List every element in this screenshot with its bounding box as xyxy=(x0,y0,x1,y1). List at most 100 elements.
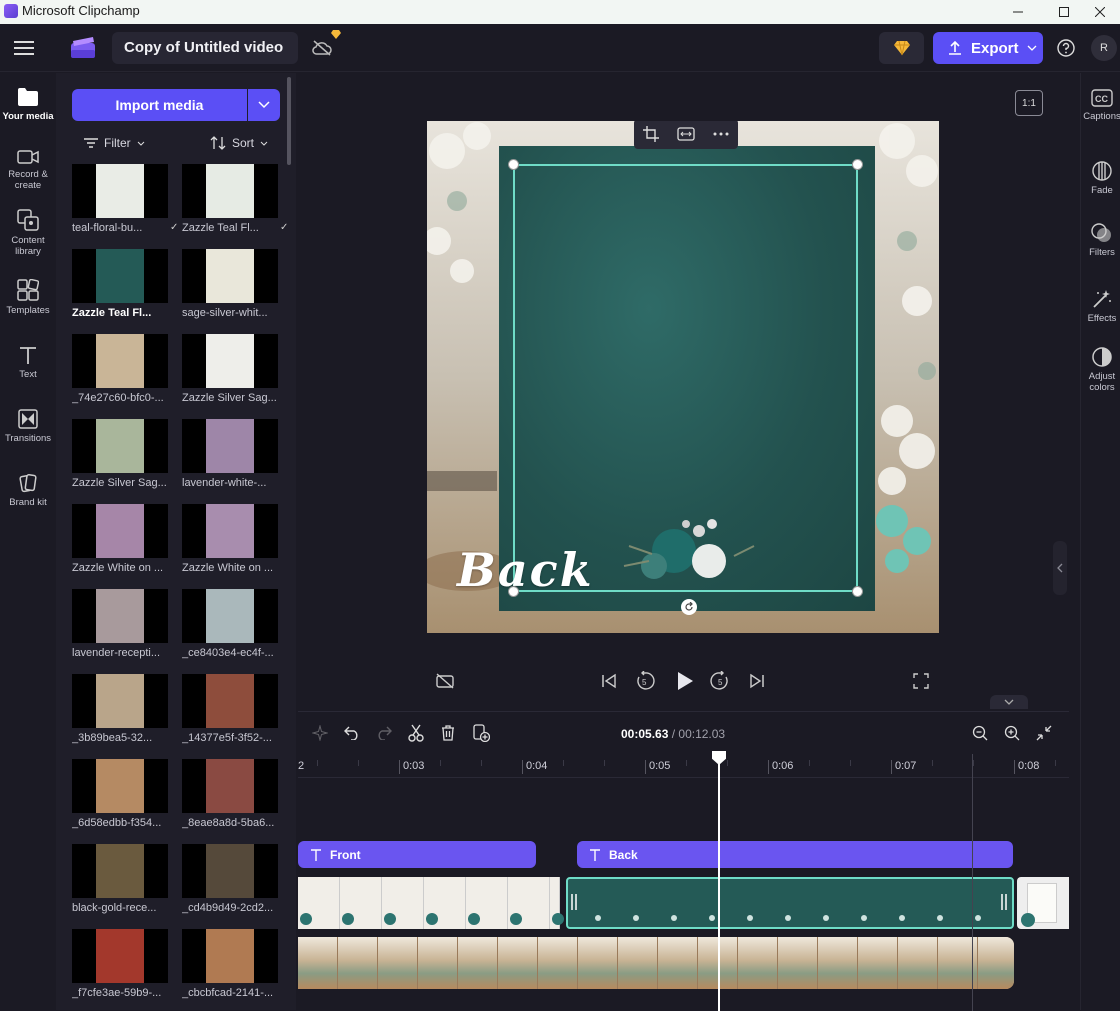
total-time: 00:12.03 xyxy=(678,727,726,741)
resize-handle-top-right[interactable] xyxy=(852,159,863,170)
rail-item-captions[interactable]: CC Captions xyxy=(1081,89,1120,122)
rail-item-effects[interactable]: Effects xyxy=(1081,289,1120,324)
text-clip-front[interactable]: Front xyxy=(298,841,536,868)
cloud-sync-off-icon[interactable] xyxy=(310,38,334,58)
text-clip-back[interactable]: Back xyxy=(577,841,1013,868)
time-ruler[interactable]: 2 0:03 0:04 0:05 0:06 0:07 0:08 xyxy=(298,754,1069,778)
media-thumbnail[interactable] xyxy=(182,504,278,558)
media-thumbnail[interactable] xyxy=(72,504,168,558)
hamburger-menu-icon[interactable] xyxy=(10,36,38,60)
selection-box[interactable] xyxy=(513,164,858,592)
expand-properties-panel-handle[interactable] xyxy=(1053,541,1067,595)
media-item-name: _f7cfe3ae-59b9-... xyxy=(72,987,162,999)
thumbnail-image xyxy=(96,929,144,983)
ruler-label: 2 xyxy=(298,760,305,772)
rail-item-text[interactable]: Text xyxy=(0,345,56,380)
media-thumbnail[interactable] xyxy=(72,674,168,728)
flower-dot xyxy=(785,915,791,921)
media-thumbnail[interactable] xyxy=(72,929,168,983)
background-photo-clip[interactable] xyxy=(298,937,1014,989)
media-thumbnail[interactable] xyxy=(72,589,168,643)
ruler-subtick xyxy=(809,760,810,766)
rail-item-filters[interactable]: Filters xyxy=(1081,223,1120,258)
ruler-subtick xyxy=(563,760,564,766)
avatar[interactable]: R xyxy=(1091,35,1117,61)
fit-icon[interactable] xyxy=(677,127,695,141)
left-nav-rail: Your media Record & create Content libra… xyxy=(0,73,56,1010)
undo-icon[interactable] xyxy=(342,723,362,743)
rail-item-content-library[interactable]: Content library xyxy=(0,209,56,257)
playhead[interactable] xyxy=(718,754,720,1011)
media-thumbnail[interactable] xyxy=(72,419,168,473)
more-options-icon[interactable] xyxy=(713,132,729,136)
premium-button[interactable] xyxy=(879,32,924,64)
media-thumbnail[interactable] xyxy=(182,419,278,473)
zoom-in-icon[interactable] xyxy=(1002,723,1022,743)
rail-item-fade[interactable]: Fade xyxy=(1081,161,1120,196)
skip-to-end-icon[interactable] xyxy=(746,671,768,691)
rail-item-brand-kit[interactable]: Brand kit xyxy=(0,473,56,508)
thumbnail-image xyxy=(96,334,144,388)
fullscreen-icon[interactable] xyxy=(910,671,932,691)
fit-timeline-icon[interactable] xyxy=(1034,723,1054,743)
media-item-name: lavender-recepti... xyxy=(72,647,161,659)
redo-icon[interactable] xyxy=(374,723,394,743)
photo-frame xyxy=(378,937,418,989)
media-thumbnail[interactable] xyxy=(182,249,278,303)
clipchamp-app-icon xyxy=(4,4,18,18)
media-thumbnail[interactable] xyxy=(72,249,168,303)
clipchamp-logo-icon xyxy=(71,37,97,59)
resize-handle-bottom-right[interactable] xyxy=(852,586,863,597)
next-invitation-clip[interactable] xyxy=(1017,877,1069,929)
zoom-out-icon[interactable] xyxy=(970,723,990,743)
forward-5s-icon[interactable]: 5 xyxy=(709,670,731,692)
export-button[interactable]: Export xyxy=(933,32,1043,64)
media-item-name: Zazzle White on ... xyxy=(72,562,164,574)
media-thumbnail[interactable] xyxy=(182,759,278,813)
delete-trash-icon[interactable] xyxy=(438,723,458,743)
media-thumbnail[interactable] xyxy=(72,759,168,813)
rotate-handle-icon[interactable] xyxy=(681,599,697,615)
media-thumbnail[interactable] xyxy=(72,334,168,388)
media-thumbnail[interactable] xyxy=(182,164,278,218)
rail-item-transitions[interactable]: Transitions xyxy=(0,409,56,444)
hide-preview-icon[interactable] xyxy=(434,671,456,691)
front-invitation-clip[interactable] xyxy=(298,877,564,929)
split-scissors-icon[interactable] xyxy=(406,723,426,743)
minimize-button[interactable] xyxy=(995,0,1041,24)
rail-item-templates[interactable]: Templates xyxy=(0,279,56,316)
resize-handle-top-left[interactable] xyxy=(508,159,519,170)
rewind-5s-icon[interactable]: 5 xyxy=(634,670,656,692)
overlay-text-back[interactable]: Back xyxy=(457,543,594,597)
duplicate-add-icon[interactable] xyxy=(470,723,492,743)
preview-canvas[interactable]: Back xyxy=(427,121,939,633)
back-teal-clip[interactable] xyxy=(566,877,1014,929)
project-name-field[interactable]: Copy of Untitled video xyxy=(112,32,298,64)
thumbnail-image xyxy=(206,674,254,728)
crop-icon[interactable] xyxy=(643,126,659,142)
media-thumbnail[interactable] xyxy=(182,334,278,388)
magic-edit-icon[interactable] xyxy=(310,723,330,743)
video-track xyxy=(298,877,1069,929)
library-icon xyxy=(17,209,39,231)
text-icon xyxy=(20,347,36,364)
help-icon[interactable] xyxy=(1055,37,1077,59)
close-button[interactable] xyxy=(1080,0,1120,24)
preview-stage: 1:1 Back 5 5 xyxy=(298,73,1068,711)
photo-frame xyxy=(418,937,458,989)
aspect-ratio-button[interactable]: 1:1 xyxy=(1015,90,1043,116)
media-thumbnail[interactable] xyxy=(72,164,168,218)
skip-to-start-icon[interactable] xyxy=(598,671,620,691)
media-item-name: Zazzle Teal Fl... xyxy=(72,307,152,319)
adjust-colors-icon xyxy=(1092,347,1112,367)
play-button[interactable] xyxy=(672,669,698,693)
media-thumbnail[interactable] xyxy=(72,844,168,898)
rail-item-adjust-colors[interactable]: Adjust colors xyxy=(1081,347,1120,393)
collapse-timeline-handle[interactable] xyxy=(990,695,1028,709)
rail-item-your-media[interactable]: Your media xyxy=(0,87,56,122)
rail-item-record-create[interactable]: Record & create xyxy=(0,149,56,191)
media-thumbnail[interactable] xyxy=(182,674,278,728)
media-thumbnail[interactable] xyxy=(182,589,278,643)
media-thumbnail[interactable] xyxy=(182,844,278,898)
media-thumbnail[interactable] xyxy=(182,929,278,983)
